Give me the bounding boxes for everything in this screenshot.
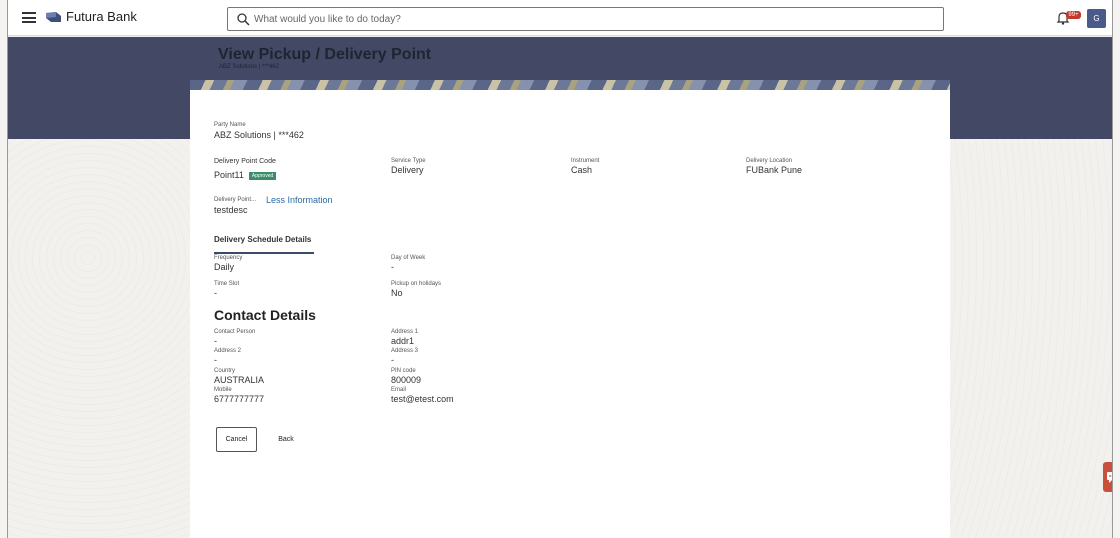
section-underline — [214, 252, 314, 254]
search-bar[interactable] — [227, 7, 944, 31]
app-frame: Futura Bank 99+ G View Pickup / Delivery… — [7, 0, 1113, 538]
page-title: View Pickup / Delivery Point — [218, 46, 432, 63]
contact-person-value: - — [214, 336, 217, 346]
day-of-week-value: - — [391, 262, 394, 272]
hamburger-menu-icon[interactable] — [22, 12, 36, 23]
mobile-value: 6777777777 — [214, 394, 265, 404]
delivery-location-value: FUBank Pune — [746, 165, 803, 175]
delivery-location-label: Delivery Location — [746, 158, 793, 164]
decorative-banner-strip — [190, 80, 950, 90]
address3-label: Address 3 — [391, 348, 419, 354]
chat-icon — [1107, 472, 1112, 483]
brand-name[interactable]: Futura Bank — [66, 9, 137, 24]
delivery-point-desc-label: Delivery Point... — [214, 197, 257, 203]
page-subtitle: ABZ Solutions | ***462 — [219, 64, 279, 70]
pickup-holidays-label: Pickup on holidays — [391, 281, 442, 287]
less-information-link[interactable]: Less Information — [266, 195, 333, 205]
delivery-point-code-value: Point11 — [214, 170, 244, 180]
details-card: Party Name ABZ Solutions | ***462 Delive… — [190, 90, 950, 538]
party-name-value: ABZ Solutions | ***462 — [214, 130, 304, 140]
status-badge: Approved — [248, 171, 277, 180]
user-avatar[interactable]: G — [1087, 9, 1106, 28]
time-slot-label: Time Slot — [214, 281, 240, 287]
address2-label: Address 2 — [214, 348, 242, 354]
address3-value: - — [391, 355, 394, 365]
cancel-button[interactable]: Cancel — [216, 427, 257, 452]
country-value: AUSTRALIA — [214, 375, 265, 385]
search-input[interactable] — [254, 10, 854, 28]
address2-value: - — [214, 355, 217, 365]
top-bar: Futura Bank 99+ G — [8, 0, 1112, 36]
frequency-value: Daily — [214, 262, 235, 272]
contact-details-heading: Contact Details — [214, 307, 316, 323]
delivery-point-code-row: Point11 Approved — [214, 170, 277, 180]
contact-person-label: Contact Person — [214, 329, 256, 335]
address1-value: addr1 — [391, 336, 415, 346]
email-value: test@etest.com — [391, 394, 454, 404]
schedule-section-heading: Delivery Schedule Details — [214, 235, 312, 244]
frequency-label: Frequency — [214, 255, 243, 261]
party-name-label: Party Name — [214, 122, 246, 128]
notification-badge: 99+ — [1066, 11, 1081, 19]
instrument-value: Cash — [571, 165, 593, 175]
time-slot-value: - — [214, 288, 217, 298]
futura-bank-logo-icon — [46, 12, 61, 22]
chat-button[interactable] — [1103, 462, 1112, 492]
search-icon — [237, 13, 250, 26]
delivery-point-desc-value: testdesc — [214, 205, 248, 215]
country-label: Country — [214, 368, 236, 374]
day-of-week-label: Day of Week — [391, 255, 426, 261]
delivery-point-code-label: Delivery Point Code — [214, 158, 276, 165]
email-label: Email — [391, 387, 407, 393]
back-button[interactable]: Back — [268, 427, 304, 452]
pin-code-label: PIN code — [391, 368, 416, 374]
mobile-label: Mobile — [214, 387, 232, 393]
service-type-label: Service Type — [391, 158, 426, 164]
address1-label: Address 1 — [391, 329, 419, 335]
service-type-value: Delivery — [391, 165, 424, 175]
pin-code-value: 800009 — [391, 375, 422, 385]
instrument-label: Instrument — [571, 158, 600, 164]
pickup-holidays-value: No — [391, 288, 403, 298]
